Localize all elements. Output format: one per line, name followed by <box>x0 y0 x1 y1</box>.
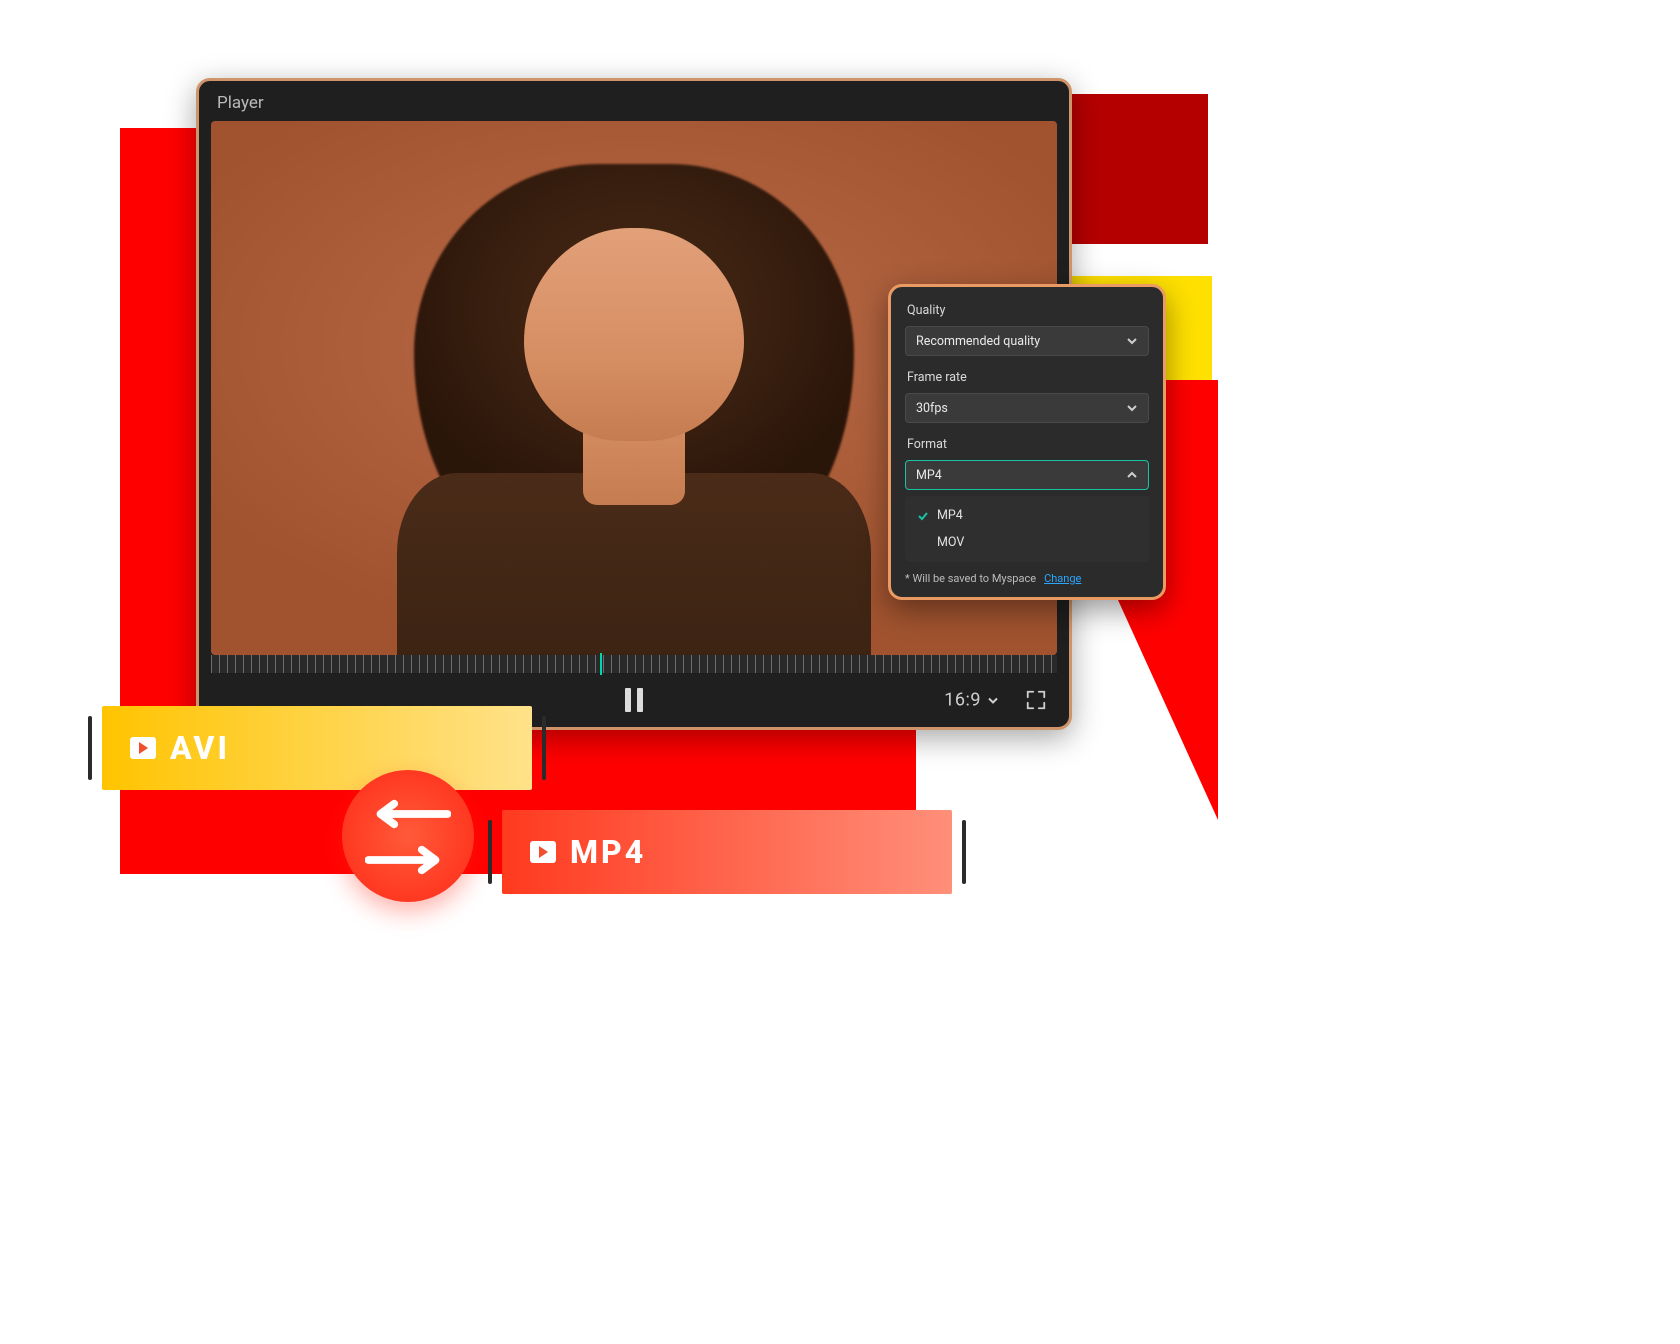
pause-button[interactable] <box>620 686 648 714</box>
quality-label: Quality <box>907 303 1149 318</box>
format-label: Format <box>907 437 1149 452</box>
fullscreen-button[interactable] <box>1025 689 1047 711</box>
format-value: MP4 <box>916 468 942 483</box>
aspect-ratio-select[interactable]: 16:9 <box>944 690 999 711</box>
chip-tick <box>542 716 546 780</box>
format-select[interactable]: MP4 <box>905 460 1149 490</box>
framerate-value: 30fps <box>916 401 948 416</box>
framerate-select[interactable]: 30fps <box>905 393 1149 423</box>
player-title: Player <box>199 81 1069 121</box>
play-icon <box>130 737 156 759</box>
chevron-up-icon <box>1126 469 1138 481</box>
chip-label: AVI <box>170 729 230 767</box>
format-option-mov[interactable]: MOV <box>905 529 1149 556</box>
change-location-link[interactable]: Change <box>1044 572 1081 585</box>
note-text: * Will be saved to Myspace <box>905 572 1036 585</box>
aspect-ratio-label: 16:9 <box>944 690 981 711</box>
arrow-right-icon <box>365 843 451 877</box>
pause-icon <box>637 688 643 712</box>
format-option-label: MP4 <box>937 508 963 523</box>
chevron-down-icon <box>987 694 999 706</box>
format-option-mp4[interactable]: MP4 <box>905 502 1149 529</box>
quality-select[interactable]: Recommended quality <box>905 326 1149 356</box>
timeline-ruler[interactable] <box>211 655 1057 673</box>
convert-swap-badge <box>342 770 474 902</box>
chevron-down-icon <box>1126 402 1138 414</box>
arrow-left-icon <box>365 797 451 831</box>
chip-tick <box>88 716 92 780</box>
format-option-label: MOV <box>937 535 964 550</box>
chip-tick <box>962 820 966 884</box>
format-chip-avi: AVI <box>102 706 532 790</box>
play-icon <box>530 841 556 863</box>
pause-icon <box>625 688 631 712</box>
video-content-face <box>524 228 744 442</box>
format-chip-mp4: MP4 <box>502 810 952 894</box>
format-options: MP4 MOV <box>905 496 1149 562</box>
check-icon <box>917 510 929 522</box>
chip-tick <box>488 820 492 884</box>
save-location-note: * Will be saved to Myspace Change <box>905 572 1149 585</box>
quality-value: Recommended quality <box>916 334 1040 349</box>
decor-darkred-block <box>1050 94 1208 244</box>
export-settings-panel: Quality Recommended quality Frame rate 3… <box>888 284 1166 600</box>
framerate-label: Frame rate <box>907 370 1149 385</box>
chip-label: MP4 <box>570 833 646 871</box>
chevron-down-icon <box>1126 335 1138 347</box>
fullscreen-icon <box>1025 689 1047 711</box>
